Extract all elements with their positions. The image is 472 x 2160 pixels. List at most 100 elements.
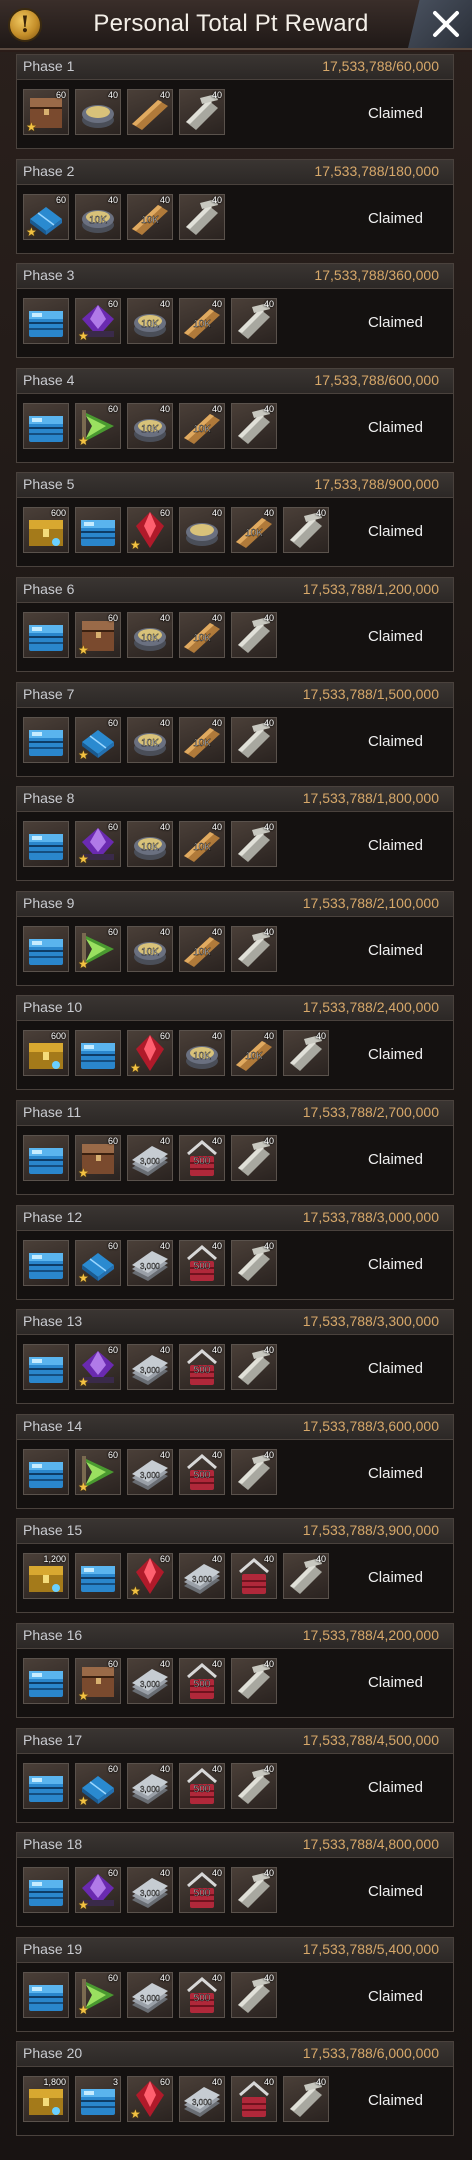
reward-item[interactable] — [75, 1030, 121, 1076]
reward-item[interactable] — [23, 1658, 69, 1704]
reward-item[interactable]: 1,200 — [23, 1553, 69, 1599]
reward-item[interactable]: 600 — [23, 1030, 69, 1076]
reward-item[interactable]: 3,000 40 — [127, 1344, 173, 1390]
close-button[interactable] — [408, 0, 472, 48]
reward-item[interactable]: 40 — [75, 89, 121, 135]
reward-item[interactable]: 500 40 — [179, 1658, 225, 1704]
reward-item[interactable]: 10K 40 — [179, 926, 225, 972]
reward-item[interactable]: 40 — [283, 1553, 329, 1599]
reward-item[interactable]: 60 ★ — [75, 403, 121, 449]
reward-item[interactable] — [23, 403, 69, 449]
reward-item[interactable]: 40 — [231, 717, 277, 763]
reward-item[interactable]: 10K 40 — [179, 821, 225, 867]
reward-item[interactable]: 500 40 — [179, 1763, 225, 1809]
reward-item[interactable]: 40 — [231, 2076, 277, 2122]
reward-item[interactable]: 40 — [231, 1867, 277, 1913]
reward-item[interactable]: 40 — [179, 89, 225, 135]
reward-item[interactable]: 60 ★ — [127, 1030, 173, 1076]
reward-item[interactable]: 40 — [283, 507, 329, 553]
reward-item[interactable] — [23, 1972, 69, 2018]
reward-item[interactable]: 60 ★ — [75, 298, 121, 344]
reward-item[interactable]: 10K 40 — [127, 612, 173, 658]
reward-item[interactable]: 60 ★ — [75, 1240, 121, 1286]
reward-item[interactable]: 40 — [231, 298, 277, 344]
reward-item[interactable]: 60 ★ — [75, 612, 121, 658]
reward-item[interactable]: 40 — [231, 1344, 277, 1390]
reward-item[interactable]: 3,000 40 — [127, 1763, 173, 1809]
reward-item[interactable]: 60 ★ — [23, 89, 69, 135]
reward-item[interactable]: 500 40 — [179, 1135, 225, 1181]
reward-item[interactable]: 40 — [231, 1972, 277, 2018]
reward-item[interactable]: 40 — [231, 1658, 277, 1704]
reward-item[interactable]: 40 — [231, 612, 277, 658]
reward-item[interactable]: 60 ★ — [75, 1449, 121, 1495]
reward-item[interactable]: 10K 40 — [231, 507, 277, 553]
reward-item[interactable]: 3,000 40 — [127, 1135, 173, 1181]
reward-item[interactable]: 60 ★ — [75, 1135, 121, 1181]
reward-item[interactable]: 60 ★ — [75, 1972, 121, 2018]
reward-item[interactable]: 10K 40 — [127, 194, 173, 240]
reward-item[interactable] — [75, 1553, 121, 1599]
reward-item[interactable]: 10K 40 — [231, 1030, 277, 1076]
reward-item[interactable]: 3,000 40 — [127, 1867, 173, 1913]
reward-item[interactable]: 10K 40 — [179, 1030, 225, 1076]
reward-item[interactable] — [23, 926, 69, 972]
reward-item[interactable]: 10K 40 — [179, 717, 225, 763]
reward-item[interactable]: 60 ★ — [75, 1763, 121, 1809]
reward-item[interactable]: 40 — [231, 926, 277, 972]
reward-item[interactable]: 60 ★ — [75, 1344, 121, 1390]
reward-item[interactable]: 10K 40 — [179, 612, 225, 658]
reward-item[interactable]: 40 — [283, 2076, 329, 2122]
reward-item[interactable]: 3,000 40 — [127, 1240, 173, 1286]
reward-item[interactable]: 40 — [179, 194, 225, 240]
reward-item[interactable]: 10K 40 — [179, 403, 225, 449]
reward-item[interactable]: 3,000 40 — [179, 1553, 225, 1599]
reward-item[interactable]: 60 ★ — [75, 717, 121, 763]
reward-item[interactable]: 500 40 — [179, 1449, 225, 1495]
reward-item[interactable]: 40 — [231, 1553, 277, 1599]
reward-item[interactable] — [23, 1240, 69, 1286]
reward-item[interactable] — [23, 1135, 69, 1181]
reward-item[interactable] — [23, 1344, 69, 1390]
reward-item[interactable]: 40 — [231, 821, 277, 867]
reward-item[interactable] — [23, 1867, 69, 1913]
reward-item[interactable]: 500 40 — [179, 1344, 225, 1390]
reward-item[interactable]: 40 — [231, 1135, 277, 1181]
reward-item[interactable]: 3,000 40 — [127, 1972, 173, 2018]
reward-item[interactable] — [23, 821, 69, 867]
reward-item[interactable]: 500 40 — [179, 1240, 225, 1286]
reward-item[interactable]: 3,000 40 — [179, 2076, 225, 2122]
reward-item[interactable]: 40 — [179, 507, 225, 553]
reward-item[interactable]: 40 — [231, 1449, 277, 1495]
reward-item[interactable]: 60 ★ — [75, 1867, 121, 1913]
reward-item[interactable]: 10K 40 — [127, 821, 173, 867]
reward-item[interactable]: 10K 40 — [127, 298, 173, 344]
reward-item[interactable]: 60 ★ — [127, 1553, 173, 1599]
reward-item[interactable]: 500 40 — [179, 1867, 225, 1913]
reward-item[interactable]: 40 — [231, 1240, 277, 1286]
reward-item[interactable]: 500 40 — [179, 1972, 225, 2018]
info-icon[interactable]: ! — [8, 8, 42, 42]
reward-item[interactable]: 10K 40 — [75, 194, 121, 240]
reward-item[interactable] — [23, 612, 69, 658]
reward-item[interactable]: 3,000 40 — [127, 1449, 173, 1495]
reward-item[interactable]: 60 ★ — [127, 2076, 173, 2122]
reward-item[interactable]: 10K 40 — [127, 926, 173, 972]
reward-item[interactable]: 3,000 40 — [127, 1658, 173, 1704]
reward-item[interactable]: 60 ★ — [23, 194, 69, 240]
reward-item[interactable] — [23, 1449, 69, 1495]
reward-item[interactable]: 1,800 — [23, 2076, 69, 2122]
reward-item[interactable]: 40 — [283, 1030, 329, 1076]
reward-item[interactable]: 60 ★ — [75, 821, 121, 867]
reward-item[interactable] — [75, 507, 121, 553]
reward-item[interactable]: 40 — [127, 89, 173, 135]
reward-item[interactable]: 600 — [23, 507, 69, 553]
reward-item[interactable]: 60 ★ — [75, 1658, 121, 1704]
reward-item[interactable]: 10K 40 — [179, 298, 225, 344]
reward-item[interactable]: 3 — [75, 2076, 121, 2122]
reward-item[interactable]: 60 ★ — [127, 507, 173, 553]
reward-item[interactable]: 10K 40 — [127, 717, 173, 763]
reward-item[interactable]: 40 — [231, 403, 277, 449]
reward-item[interactable]: 60 ★ — [75, 926, 121, 972]
reward-item[interactable] — [23, 298, 69, 344]
